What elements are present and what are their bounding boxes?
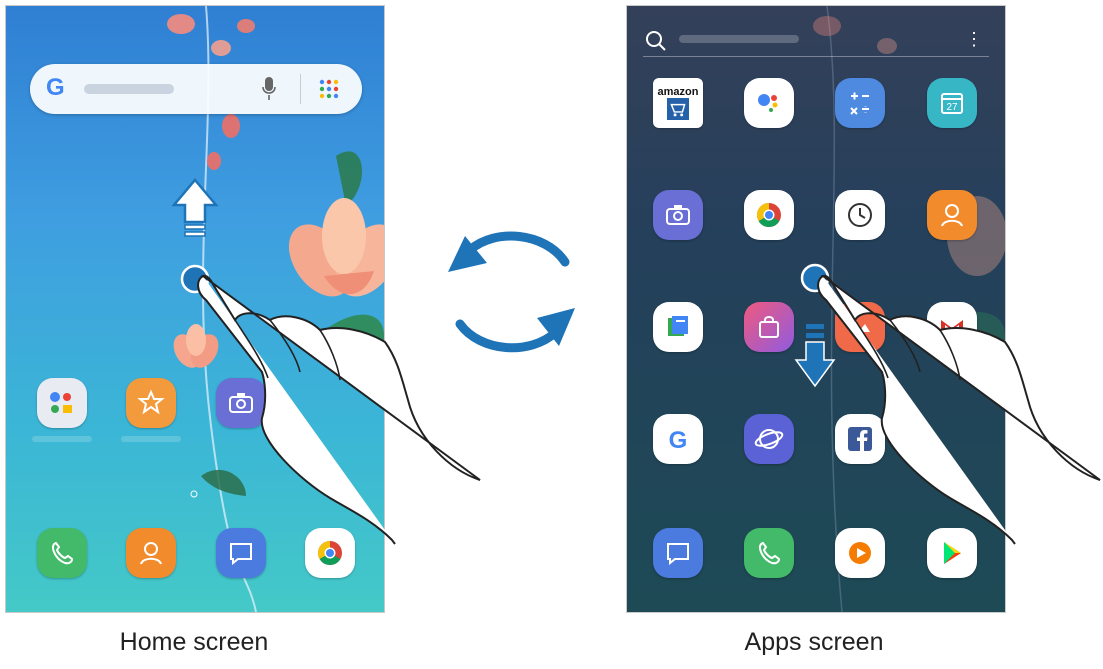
apps-screen-caption: Apps screen — [744, 628, 884, 656]
swipe-down-arrow-icon — [794, 324, 836, 388]
hand-pointer-icon — [197, 274, 481, 545]
home-screen-caption: Home screen — [119, 628, 269, 656]
gesture-overlay — [171, 178, 1101, 545]
swipe-up-arrow-icon — [171, 178, 219, 237]
switch-screens-arrows-icon — [448, 231, 575, 353]
hand-pointer-icon — [817, 274, 1101, 545]
